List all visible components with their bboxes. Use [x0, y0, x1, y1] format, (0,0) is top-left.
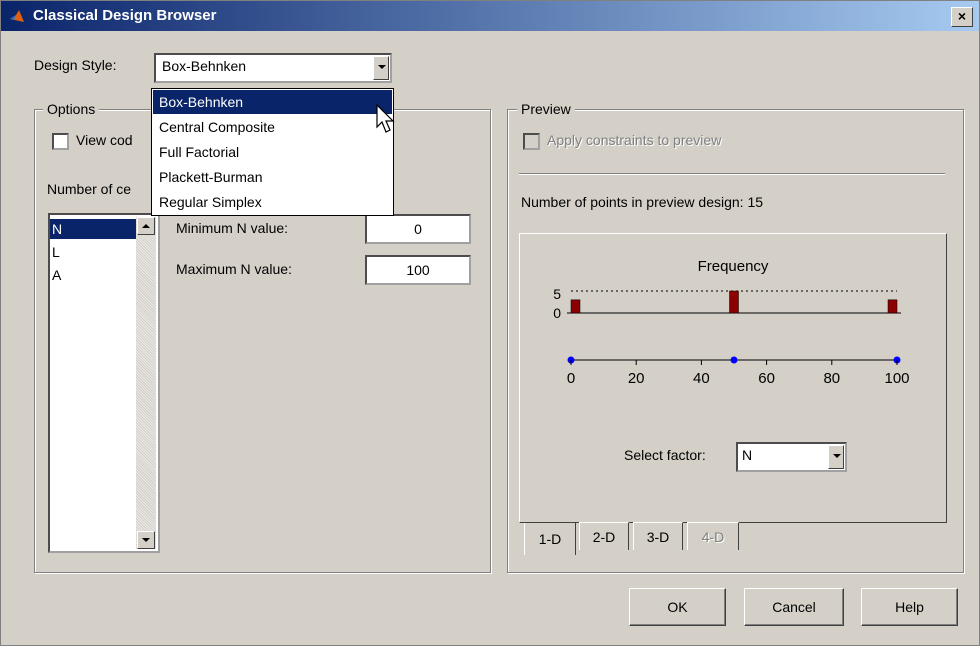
dropdown-option-full-factorial[interactable]: Full Factorial	[153, 140, 392, 164]
separator	[519, 173, 945, 175]
min-value-field[interactable]: 0	[365, 214, 471, 244]
scroll-down-button[interactable]	[137, 531, 155, 549]
chevron-down-icon[interactable]	[373, 56, 389, 80]
points-count-text: Number of points in preview design: 15	[521, 194, 764, 210]
x-tick-label: 40	[693, 370, 710, 387]
tab-3d[interactable]: 3-D	[633, 522, 683, 550]
select-factor-value: N	[742, 447, 753, 463]
max-value-label: Maximum N value:	[176, 261, 292, 277]
x-tick-label: 80	[823, 370, 840, 387]
frequency-chart: Frequency 5 0 0 20 40 60 80 100	[553, 258, 909, 387]
view-coded-label: View cod	[76, 132, 133, 148]
tab-2d[interactable]: 2-D	[579, 522, 629, 550]
design-style-combo[interactable]: Box-Behnken	[154, 53, 392, 83]
chevron-up-icon	[142, 224, 150, 228]
title-bar[interactable]: Classical Design Browser ×	[1, 1, 979, 31]
view-coded-checkbox[interactable]	[52, 133, 69, 150]
list-item[interactable]: L	[50, 242, 136, 262]
scroll-up-button[interactable]	[137, 217, 155, 235]
x-tick-label: 20	[628, 370, 645, 387]
help-button[interactable]: Help	[861, 588, 958, 626]
apply-constraints-label: Apply constraints to preview	[547, 132, 722, 148]
x-tick-label: 0	[567, 370, 575, 387]
list-scrollbar[interactable]	[136, 217, 156, 549]
design-style-value: Box-Behnken	[162, 58, 247, 74]
dialog-window: Classical Design Browser × Design Style:…	[0, 0, 980, 646]
dropdown-option-central-composite[interactable]: Central Composite	[153, 115, 392, 139]
preview-group-title: Preview	[517, 101, 575, 117]
tab-1d[interactable]: 1-D	[524, 523, 576, 555]
list-item[interactable]: A	[50, 265, 136, 285]
x-tick-label: 60	[758, 370, 775, 387]
factor-listbox[interactable]: N L A	[48, 213, 160, 553]
tab-4d[interactable]: 4-D	[687, 522, 739, 550]
ok-button[interactable]: OK	[629, 588, 726, 626]
min-value-label: Minimum N value:	[176, 220, 289, 236]
dropdown-option-plackett-burman[interactable]: Plackett-Burman	[153, 165, 392, 189]
frequency-bar	[729, 290, 739, 314]
chevron-down-icon[interactable]	[828, 445, 844, 469]
x-tick-label: 100	[884, 370, 909, 387]
mouse-cursor-icon	[376, 104, 395, 133]
frequency-bar	[887, 299, 898, 314]
freq-tick-label: 0	[553, 305, 561, 321]
design-style-dropdown[interactable]: Box-Behnken Central Composite Full Facto…	[151, 88, 394, 216]
dropdown-option-box-behnken[interactable]: Box-Behnken	[153, 90, 392, 114]
chart-title: Frequency	[698, 258, 769, 275]
close-button[interactable]: ×	[951, 7, 973, 27]
select-factor-combo[interactable]: N	[736, 442, 847, 472]
window-title: Classical Design Browser	[33, 7, 217, 24]
list-item[interactable]: N	[50, 219, 136, 239]
select-factor-label: Select factor:	[624, 447, 706, 463]
number-of-centers-label: Number of ce	[47, 181, 132, 197]
options-group-title: Options	[43, 101, 100, 117]
design-point	[730, 356, 738, 364]
dropdown-option-regular-simplex[interactable]: Regular Simplex	[153, 190, 392, 214]
max-value-field[interactable]: 100	[365, 255, 471, 285]
chevron-down-icon	[142, 538, 150, 542]
frequency-bar	[570, 299, 581, 314]
matlab-logo-icon	[10, 10, 24, 22]
apply-constraints-checkbox[interactable]	[523, 133, 540, 150]
cancel-button[interactable]: Cancel	[744, 588, 844, 626]
freq-tick-label: 5	[553, 286, 561, 302]
design-style-label: Design Style:	[34, 57, 117, 73]
